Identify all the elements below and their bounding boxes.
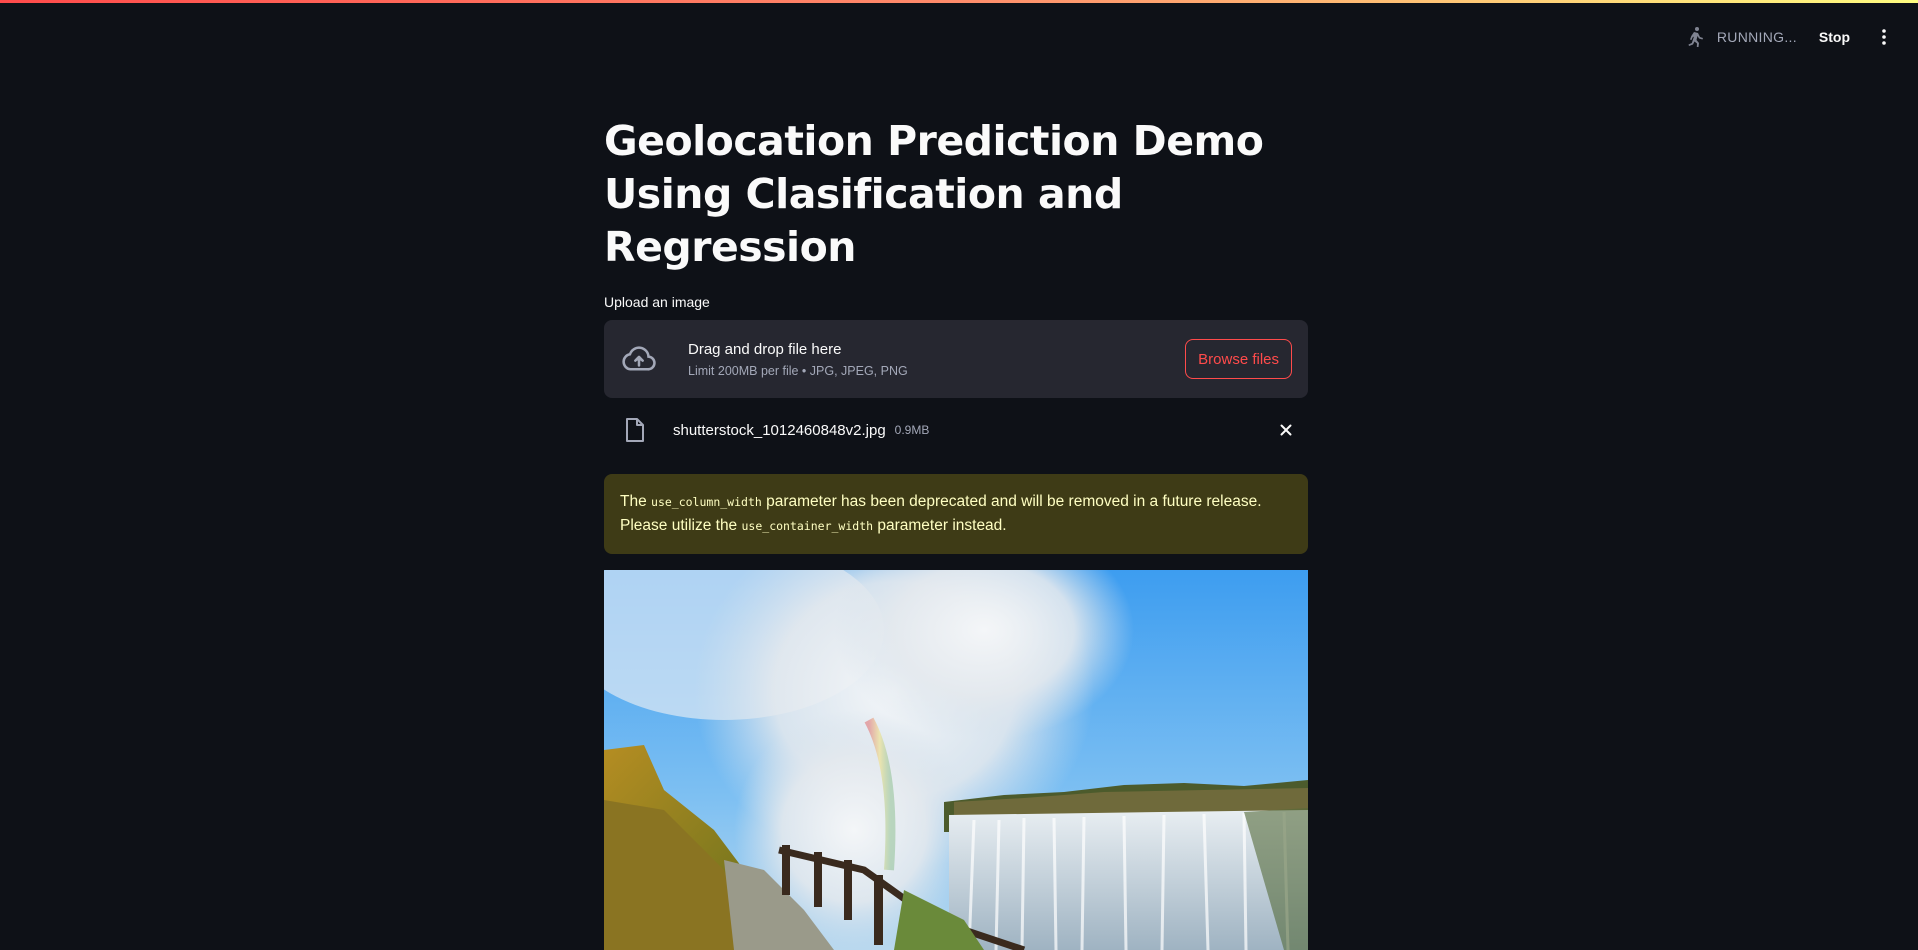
warning-code-column-width: use_column_width xyxy=(651,495,762,509)
top-decoration-bar xyxy=(0,0,1918,3)
cloud-upload-icon xyxy=(622,346,656,371)
waterfall-photo xyxy=(604,570,1308,950)
warning-code-container-width: use_container_width xyxy=(741,519,874,533)
browse-files-button[interactable]: Browse files xyxy=(1185,339,1292,379)
file-icon xyxy=(626,418,644,442)
page-title: Geolocation Prediction Demo Using Clasif… xyxy=(604,117,1264,271)
kebab-menu-icon xyxy=(1882,29,1886,45)
uploader-label: Upload an image xyxy=(604,294,710,310)
main-content: Geolocation Prediction Demo Using Clasif… xyxy=(604,115,1308,950)
status-text: RUNNING... xyxy=(1716,29,1797,45)
dropzone-text: Drag and drop file here Limit 200MB per … xyxy=(688,341,1185,378)
close-icon[interactable] xyxy=(1278,422,1294,438)
running-status: RUNNING... xyxy=(1683,25,1797,49)
main-menu-button[interactable] xyxy=(1872,25,1896,49)
uploaded-file-size: 0.9MB xyxy=(894,423,930,437)
warning-text-post: parameter instead. xyxy=(873,517,1007,534)
uploaded-file-name: shutterstock_1012460848v2.jpg xyxy=(673,421,886,439)
file-dropzone[interactable]: Drag and drop file here Limit 200MB per … xyxy=(604,320,1308,398)
uploaded-file-row: shutterstock_1012460848v2.jpg 0.9MB xyxy=(604,410,1308,450)
deprecation-warning: The use_column_width parameter has been … xyxy=(604,474,1308,554)
app-toolbar: RUNNING... Stop xyxy=(1683,18,1896,56)
dropzone-title: Drag and drop file here xyxy=(688,340,842,358)
running-man-icon xyxy=(1688,27,1703,47)
uploaded-image xyxy=(604,570,1308,950)
dropzone-limit: Limit 200MB per file • JPG, JPEG, PNG xyxy=(688,363,908,378)
stop-button[interactable]: Stop xyxy=(1819,29,1850,45)
warning-text-pre: The xyxy=(620,493,652,510)
